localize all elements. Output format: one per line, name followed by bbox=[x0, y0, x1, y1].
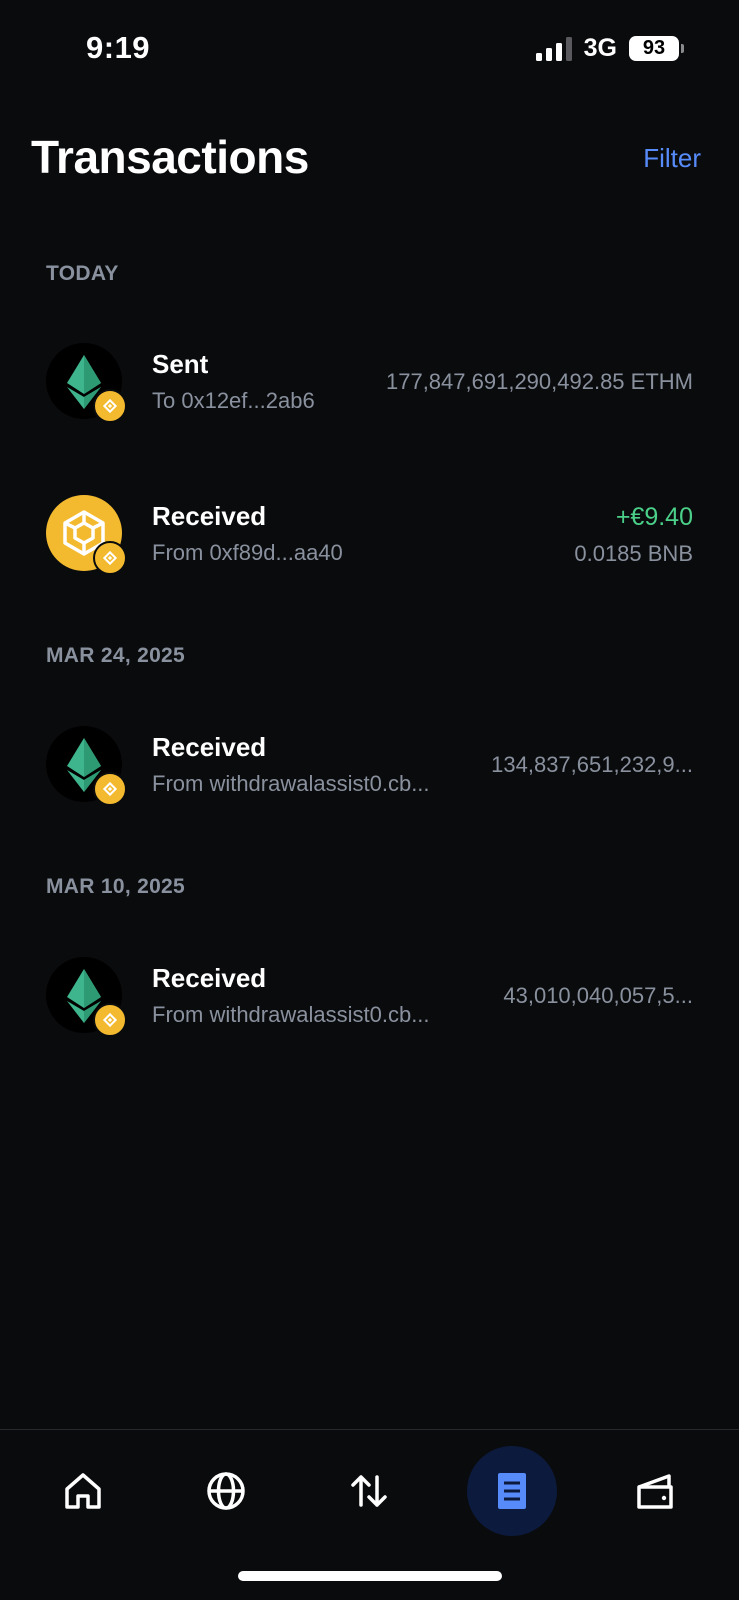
section-header-date: MAR 10, 2025 bbox=[46, 875, 186, 898]
wallet-icon[interactable] bbox=[610, 1446, 700, 1536]
home-icon[interactable] bbox=[38, 1446, 128, 1536]
cellular-signal-icon bbox=[535, 36, 572, 61]
transactions-icon[interactable] bbox=[467, 1446, 557, 1536]
home-indicator[interactable] bbox=[238, 1571, 502, 1581]
swap-arrows-icon[interactable] bbox=[324, 1446, 414, 1536]
transaction-title: Sent bbox=[152, 349, 209, 379]
battery-level: 93 bbox=[642, 37, 666, 59]
bnb-chain-badge-icon bbox=[93, 541, 127, 575]
transaction-row[interactable]: Received From 0xf89d...aa40 +€9.40 0.018… bbox=[0, 495, 739, 585]
bnb-chain-badge-icon bbox=[93, 389, 127, 423]
network-type: 3G bbox=[583, 34, 617, 62]
transaction-row[interactable]: Sent To 0x12ef...2ab6 177,847,691,290,49… bbox=[0, 343, 739, 433]
filter-button[interactable]: Filter bbox=[643, 143, 701, 174]
transaction-counterparty: From 0xf89d...aa40 bbox=[152, 540, 343, 565]
transaction-amount: 43,010,040,057,5... bbox=[503, 983, 693, 1008]
transaction-title: Received bbox=[152, 732, 267, 762]
battery-icon: 93 bbox=[629, 36, 684, 61]
transaction-amount: 134,837,651,232,9... bbox=[491, 752, 693, 777]
bottom-tab-bar bbox=[0, 1430, 739, 1560]
transaction-counterparty: From withdrawalassist0.cb... bbox=[152, 771, 430, 796]
transaction-crypto-amount: 0.0185 BNB bbox=[574, 541, 693, 566]
transaction-title: Received bbox=[152, 501, 267, 531]
section-header-date: MAR 24, 2025 bbox=[46, 644, 186, 667]
transaction-counterparty: From withdrawalassist0.cb... bbox=[152, 1002, 430, 1027]
page-title: Transactions bbox=[31, 131, 309, 183]
transaction-fiat-amount: +€9.40 bbox=[615, 503, 693, 531]
globe-icon[interactable] bbox=[181, 1446, 271, 1536]
status-time: 9:19 bbox=[86, 30, 151, 65]
bnb-chain-badge-icon bbox=[93, 772, 127, 806]
transaction-title: Received bbox=[152, 963, 267, 993]
transaction-counterparty: To 0x12ef...2ab6 bbox=[152, 388, 315, 413]
transaction-row[interactable]: Received From withdrawalassist0.cb... 13… bbox=[0, 726, 739, 816]
bnb-chain-badge-icon bbox=[93, 1003, 127, 1037]
status-bar: 9:19 3G 93 bbox=[0, 0, 739, 100]
transaction-row[interactable]: Received From withdrawalassist0.cb... 43… bbox=[0, 957, 739, 1047]
transaction-amount: 177,847,691,290,492.85 ETHM bbox=[385, 369, 693, 394]
section-header-today: TODAY bbox=[46, 262, 119, 285]
status-indicators: 3G 93 bbox=[535, 34, 684, 63]
